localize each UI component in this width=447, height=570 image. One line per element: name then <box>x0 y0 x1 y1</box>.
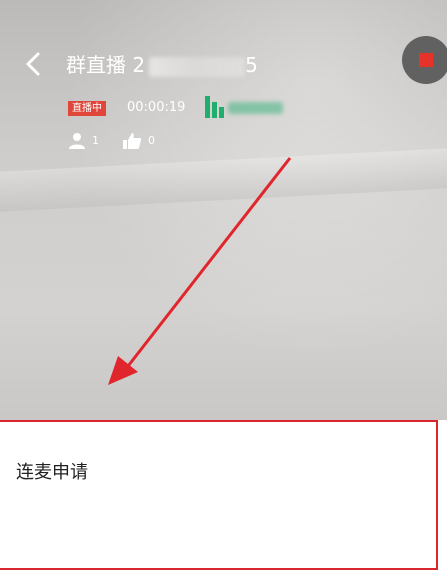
network-status-redaction <box>228 102 283 114</box>
title-text: 群直播 2 <box>66 53 146 77</box>
signal-bars-icon <box>205 96 225 118</box>
live-status-badge: 直播中 <box>68 101 106 116</box>
thumbs-up-icon <box>123 133 142 149</box>
title-suffix: 5 <box>245 53 258 77</box>
viewer-count: 1 <box>68 131 99 151</box>
chevron-left-icon <box>26 52 40 76</box>
title-redaction <box>149 56 246 77</box>
back-button[interactable] <box>20 50 48 78</box>
stop-live-button[interactable] <box>402 36 447 84</box>
stop-square-icon <box>419 53 433 67</box>
camera-scene-detail <box>0 148 447 212</box>
like-count-value: 0 <box>148 134 155 147</box>
like-count: 0 <box>122 131 155 151</box>
live-duration: 00:00:19 <box>127 100 186 115</box>
annotation-highlight-box <box>0 420 438 570</box>
page-title: 群直播 2 5 <box>66 50 258 80</box>
user-icon <box>69 133 85 149</box>
viewer-count-value: 1 <box>92 134 99 147</box>
